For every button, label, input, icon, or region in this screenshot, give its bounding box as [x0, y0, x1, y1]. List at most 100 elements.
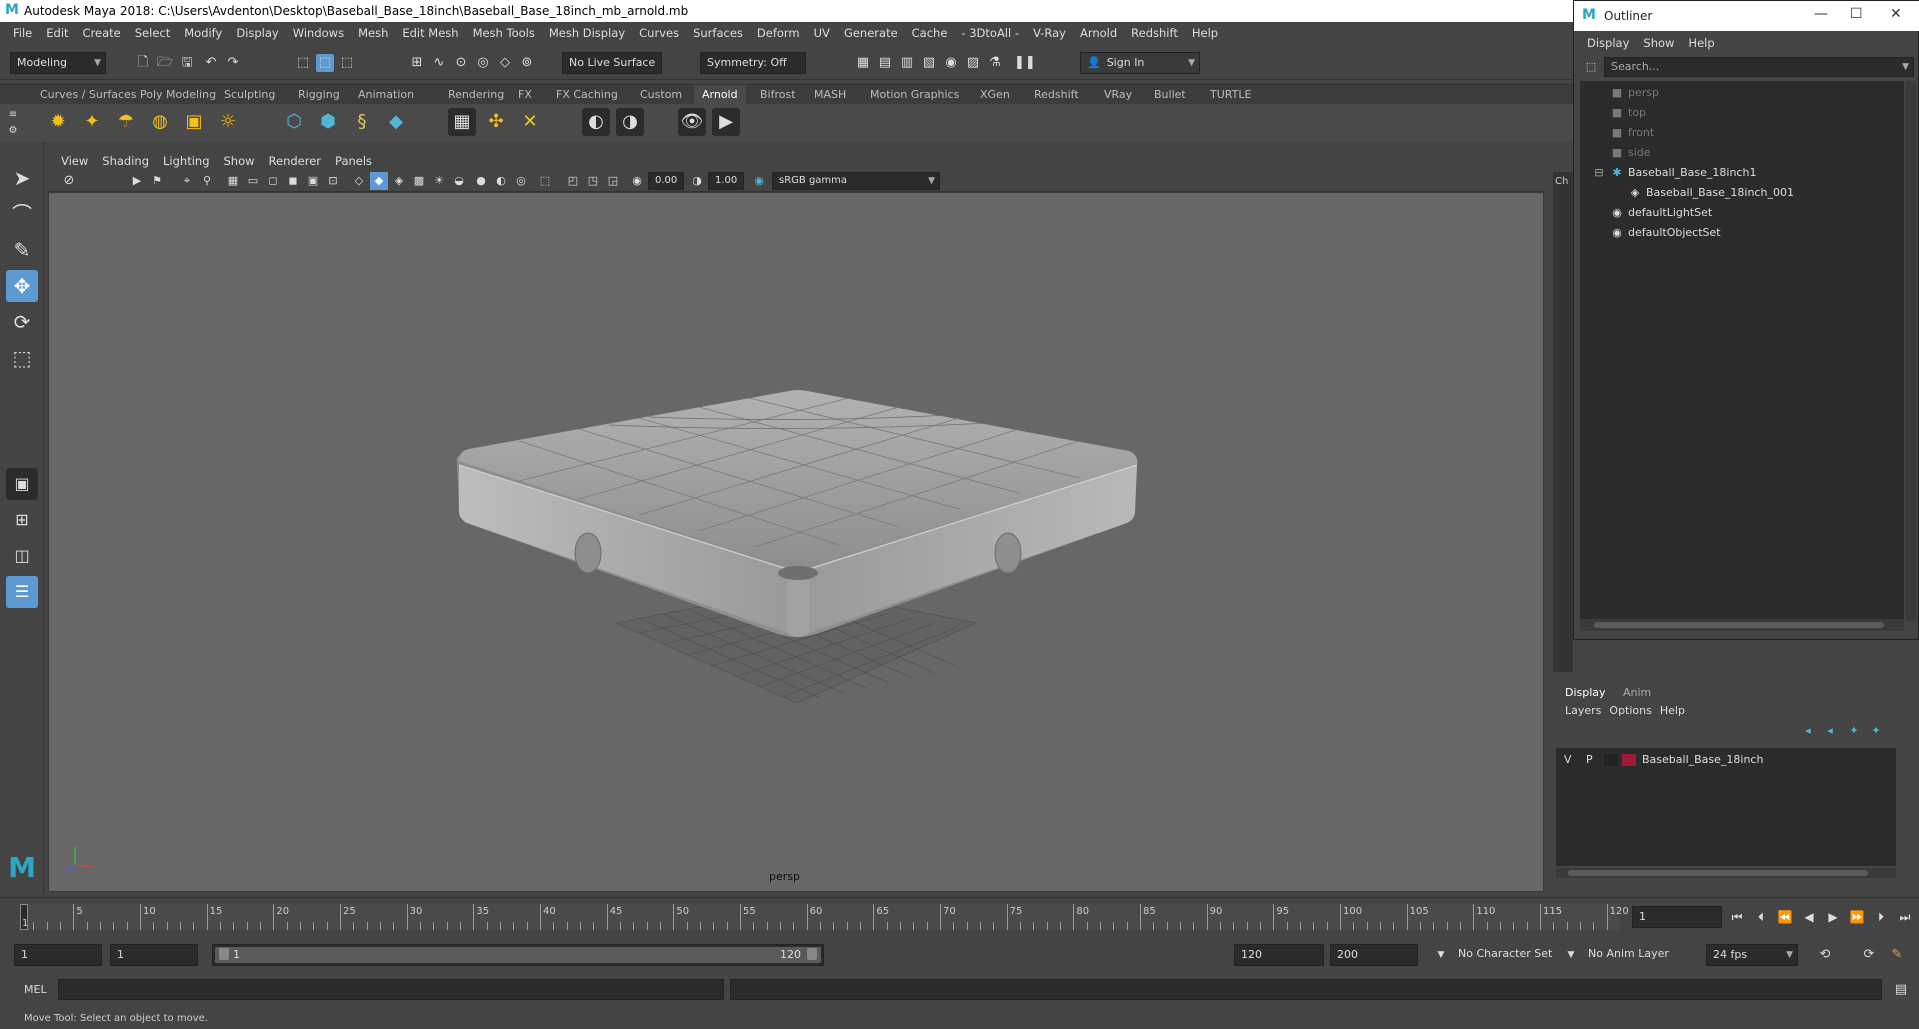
arnold-stand-in-icon[interactable]: ⬡: [280, 108, 308, 136]
outliner-item[interactable]: ■ front: [1580, 123, 1904, 143]
rotate-tool-icon[interactable]: ⟳: [6, 306, 38, 338]
pause-icon[interactable]: ❚❚: [1014, 54, 1036, 72]
arnold-render-icon[interactable]: ⚗: [986, 54, 1004, 72]
select-tool-icon[interactable]: ➤: [6, 162, 38, 194]
undo-icon[interactable]: ↶: [202, 54, 220, 72]
field-chart-icon[interactable]: ▣: [304, 172, 322, 190]
snap-point-icon[interactable]: ⊙: [452, 54, 470, 72]
menu-cache[interactable]: Cache: [905, 26, 955, 40]
arnold-mesh-light-icon[interactable]: ✦: [78, 108, 106, 136]
mel-command-input[interactable]: [58, 979, 724, 1000]
menu-3dtoall[interactable]: - 3DtoAll -: [954, 26, 1026, 40]
snap-curve-icon[interactable]: ∿: [430, 54, 448, 72]
search-options-icon[interactable]: ▼: [1902, 58, 1909, 76]
two-view-layout-icon[interactable]: ◫: [6, 540, 38, 572]
go-to-start-icon[interactable]: ⏮: [1728, 908, 1746, 926]
hypershade-icon[interactable]: ◉: [942, 54, 960, 72]
shelf-tab-rigging[interactable]: Rigging: [290, 85, 348, 105]
shelf-tab-vray[interactable]: VRay: [1096, 85, 1140, 105]
gamma-icon[interactable]: ◑: [688, 172, 706, 190]
playback-prefs-icon[interactable]: ✎: [1888, 946, 1906, 964]
arnold-volume-icon[interactable]: ⬢: [314, 108, 342, 136]
layer-row[interactable]: V P Baseball_Base_18inch: [1556, 750, 1896, 770]
four-view-layout-icon[interactable]: ⊞: [6, 504, 38, 536]
open-scene-icon[interactable]: 🗁: [156, 54, 174, 72]
motion-blur-icon[interactable]: ◐: [492, 172, 510, 190]
arnold-photometric-light-icon[interactable]: ☂: [112, 108, 140, 136]
render-frame-icon[interactable]: ▤: [876, 54, 894, 72]
live-surface-field[interactable]: No Live Surface: [562, 52, 662, 74]
smooth-shade-icon[interactable]: ◆: [370, 172, 388, 190]
new-empty-layer-icon[interactable]: ✦: [1845, 722, 1863, 740]
paint-select-tool-icon[interactable]: ✎: [6, 234, 38, 266]
panel-menu-renderer[interactable]: Renderer: [262, 154, 329, 168]
xray-components-icon[interactable]: ◲: [604, 172, 622, 190]
wireframe-icon[interactable]: ◇: [350, 172, 368, 190]
go-to-end-icon[interactable]: ⏭: [1896, 908, 1914, 926]
viewport-persp[interactable]: persp: [48, 192, 1544, 892]
menu-arnold[interactable]: Arnold: [1073, 26, 1124, 40]
playback-start-field[interactable]: 1: [110, 944, 198, 966]
character-set-dropdown-icon[interactable]: ▼: [1432, 946, 1450, 964]
menu-create[interactable]: Create: [76, 26, 128, 40]
save-scene-icon[interactable]: 🖫: [178, 54, 196, 72]
baseball-base-mesh[interactable]: [456, 390, 1138, 637]
outliner-item[interactable]: ■ persp: [1580, 83, 1904, 103]
outliner-item[interactable]: ■ side: [1580, 143, 1904, 163]
outliner-item[interactable]: ◈ Baseball_Base_18inch_001: [1580, 183, 1904, 203]
options-menu[interactable]: Options: [1609, 704, 1659, 717]
outliner-hscrollbar[interactable]: [1580, 619, 1904, 631]
anti-aliasing-icon[interactable]: ◎: [512, 172, 530, 190]
ipr-render-icon[interactable]: ▥: [898, 54, 916, 72]
outliner-item[interactable]: ⊟ ✱ Baseball_Base_18inch1: [1580, 163, 1904, 183]
color-management-icon[interactable]: ◉: [750, 172, 768, 190]
camera-attributes-icon[interactable]: ▶: [128, 172, 146, 190]
help-menu[interactable]: Help: [1660, 704, 1693, 717]
bookmark-icon[interactable]: ⚑: [148, 172, 166, 190]
shelf-tab-sculpting[interactable]: Sculpting: [216, 85, 283, 105]
use-all-lights-icon[interactable]: ☀: [430, 172, 448, 190]
shelf-tab-fx[interactable]: FX: [510, 85, 540, 105]
exposure-field[interactable]: 0.00: [648, 172, 684, 190]
loop-icon[interactable]: ⟲: [1816, 946, 1834, 964]
layer-color-swatch[interactable]: [1622, 754, 1636, 766]
select-object-icon[interactable]: ⬚: [316, 54, 334, 72]
mel-label[interactable]: MEL: [24, 983, 47, 996]
menu-file[interactable]: File: [6, 26, 39, 40]
menu-redshift[interactable]: Redshift: [1124, 26, 1185, 40]
move-tool-icon[interactable]: ✥: [6, 270, 38, 302]
shelf-tab-custom[interactable]: Custom: [632, 85, 690, 105]
outliner-search-input[interactable]: Search... ▼: [1604, 57, 1914, 77]
arnold-curve-collector-icon[interactable]: §: [348, 108, 376, 136]
menu-generate[interactable]: Generate: [837, 26, 905, 40]
render-settings-icon[interactable]: ▧: [920, 54, 938, 72]
menu-edit[interactable]: Edit: [39, 26, 75, 40]
tab-anim[interactable]: Anim: [1623, 686, 1651, 699]
color-space-dropdown[interactable]: sRGB gamma ▼: [772, 172, 940, 190]
menu-modify[interactable]: Modify: [177, 26, 229, 40]
menu-uv[interactable]: UV: [807, 26, 837, 40]
move-layer-up-icon[interactable]: ◂: [1799, 722, 1817, 740]
search-filter-icon[interactable]: ⬚: [1582, 58, 1600, 76]
time-ruler[interactable]: 5 10 15 20 25 30 35 40 45 50 55 60 65 70 75 80 85 90 95 100…: [20, 904, 1629, 930]
panel-menu-lighting[interactable]: Lighting: [156, 154, 216, 168]
maximize-icon[interactable]: ☐: [1850, 6, 1863, 22]
arnold-mesh-icon[interactable]: ◆: [382, 108, 410, 136]
ambient-occlusion-icon[interactable]: ●: [472, 172, 490, 190]
menu-mesh-display[interactable]: Mesh Display: [542, 26, 632, 40]
step-back-frame-icon[interactable]: ⏴: [1752, 908, 1770, 926]
render-sequence-icon[interactable]: ▨: [964, 54, 982, 72]
new-layer-from-selected-icon[interactable]: ✦: [1867, 722, 1885, 740]
wireframe-on-shaded-icon[interactable]: ◈: [390, 172, 408, 190]
xray-joints-icon[interactable]: ◳: [584, 172, 602, 190]
shelf-tab-animation[interactable]: Animation: [350, 85, 422, 105]
grid-toggle-icon[interactable]: ▦: [224, 172, 242, 190]
current-frame-field[interactable]: 1: [1632, 906, 1722, 928]
snap-grid-icon[interactable]: ⊞: [408, 54, 426, 72]
outliner-layout-icon[interactable]: ☰: [6, 576, 38, 608]
camera-select-icon[interactable]: ⊘: [60, 172, 78, 190]
layer-type-toggle[interactable]: [1604, 754, 1618, 766]
select-hierarchy-icon[interactable]: ⬚: [294, 54, 312, 72]
shelf-tab-rendering[interactable]: Rendering: [440, 85, 512, 105]
layer-visibility-toggle[interactable]: V: [1564, 750, 1572, 770]
